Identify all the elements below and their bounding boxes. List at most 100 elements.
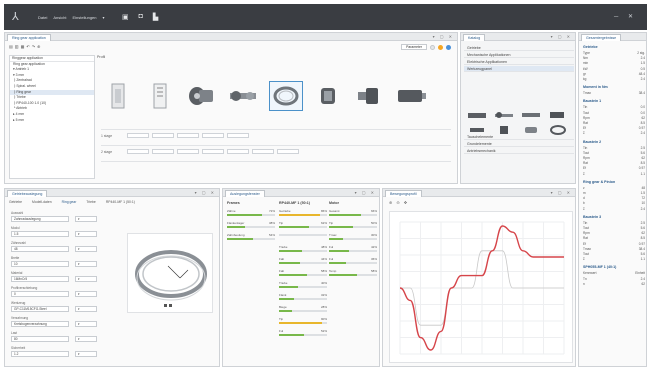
tab-drives[interactable]: Triebe [86,200,96,204]
lane-slot[interactable] [202,149,224,154]
unit-select[interactable]: ▾ [75,276,97,282]
lane-slot[interactable] [152,149,174,154]
catalog-item[interactable]: Werkzeugpanel [464,66,574,72]
pinion-thumb-icon[interactable] [465,124,489,136]
save-icon[interactable]: ▦ [21,44,25,49]
result-key: Σ [583,131,585,136]
menu-view[interactable]: Ansicht [53,15,66,20]
eval-bar: Ful 36% [329,257,377,267]
tree-rows: Ring gear application ▾ Antrieb 1 ▾ 3 mm … [10,62,94,124]
tab-ring-gear[interactable]: Ring gear [62,200,77,204]
field-input[interactable]: 10 [11,261,69,267]
tab-gear-design[interactable]: Getriebeauslegung [7,190,48,197]
unit-select[interactable]: ▾ [75,216,97,222]
shaft-component[interactable] [227,81,261,111]
zoom-out-icon[interactable]: ⊖ [396,200,399,205]
export-icon[interactable]: ▙ [153,13,158,21]
tree-item[interactable]: ▸ 5 mm [10,118,94,124]
menu-dropdown-icon[interactable]: ▾ [103,15,105,20]
zoom-in-icon[interactable]: ⊕ [389,200,392,205]
pan-icon[interactable]: ✥ [404,200,407,205]
bearing-thumb-icon[interactable] [492,124,516,136]
save-icon[interactable]: ▣ [122,13,129,21]
pane-controls[interactable]: ▾ ▢ ✕ [433,34,454,39]
parameter-button[interactable]: Parameter [401,44,427,50]
pane-controls[interactable]: ▾ ▢ ✕ [355,190,376,195]
pane-controls[interactable]: ▾ ▢ ✕ [195,190,216,195]
catalog-item[interactable]: Elektrische Applikationen [464,59,574,65]
unit-select[interactable]: ▾ [75,231,97,237]
field-input[interactable]: 1.2 [11,351,69,357]
field-input[interactable]: Zahnradauslegung [11,216,69,222]
tab-gearbox[interactable]: Getriebe [9,200,22,204]
field-input[interactable]: 0 [11,291,69,297]
new-icon[interactable]: ▤ [9,44,13,49]
tab-catalog[interactable]: Katalog [463,34,486,41]
gearbox-component[interactable] [185,81,219,111]
lane-slot[interactable] [127,149,149,154]
unit-select[interactable]: ▾ [75,261,97,267]
menu-settings[interactable]: Einstellungen [72,15,96,20]
tab-model-data[interactable]: Modell-daten [32,200,52,204]
field-input[interactable]: 16MnCr5 [11,276,69,282]
lane-slot[interactable] [177,149,199,154]
unit-select[interactable]: ▾ [75,351,97,357]
coupling-component[interactable] [311,81,345,111]
bearing-component[interactable] [353,81,387,111]
field-input[interactable]: GP-C11M15CFG-Steel [11,306,69,312]
field-label: Last [11,331,18,335]
catalog-item[interactable]: Antriebsmechanik [464,148,574,154]
lane-slot[interactable] [277,149,299,154]
undo-icon[interactable]: ↶ [26,44,29,49]
tab-motion-profile[interactable]: Bewegungsprofil [385,190,422,197]
lane-slot[interactable] [227,133,249,138]
pane-controls[interactable]: ▾ ▢ ✕ [551,34,572,39]
eval-bar-track [227,226,275,229]
motor-thumb-icon[interactable] [546,109,570,121]
catalog-item[interactable]: Grundelemente [464,141,574,147]
unit-select[interactable]: ▾ [75,291,97,297]
unit-select[interactable]: ▾ [75,306,97,312]
eval-bar-value: 58% [320,269,327,273]
lane-slot[interactable] [252,149,274,154]
print-icon[interactable]: ◘ [139,13,143,21]
lane-slot[interactable] [152,133,174,138]
tab-evaluation[interactable]: Auslegungsfenster [225,190,265,197]
eval-bar-track [227,214,275,217]
open-icon[interactable]: ▥ [15,44,19,49]
lane-slot[interactable] [177,133,199,138]
eval-bar-track [329,214,377,217]
tab-ring-gear-application[interactable]: Ring gear application [7,34,51,41]
pane-controls[interactable]: ▾ ▢ ✕ [551,190,572,195]
shaft-thumb-icon[interactable] [492,109,516,121]
controller-component[interactable] [143,81,177,111]
menu-file[interactable]: Datei [38,15,47,20]
gearbox-thumb-icon[interactable] [465,109,489,121]
lane-slot[interactable] [127,133,149,138]
drive-motor-component[interactable] [395,81,429,111]
eval-bar-name: Gesamt [329,209,340,213]
unit-select[interactable]: ▾ [75,246,97,252]
catalog-item[interactable]: Getriebe [464,45,574,51]
lane-slot[interactable] [227,149,249,154]
field-input[interactable]: 1.5 [11,231,69,237]
eval-bar: Tip 62% [279,221,327,231]
ring-gear-component[interactable] [269,81,303,111]
catalog-item[interactable]: Mechanische Applikationen [464,52,574,58]
window-controls[interactable]: ─ ✕ [614,13,637,20]
tab-product[interactable]: RP440-MF 1 (50:1) [106,200,135,204]
tab-results[interactable]: Gesamtergebnisse [581,34,622,41]
rack-thumb-icon[interactable] [519,109,543,121]
lane-slot[interactable] [202,133,224,138]
zoom-icon[interactable]: ⊕ [37,44,40,49]
ring-thumb-icon[interactable] [546,124,570,136]
coupling-thumb-icon[interactable] [519,124,543,136]
unit-select[interactable]: ▾ [75,336,97,342]
field-input[interactable]: 80 [11,336,69,342]
unit-select[interactable]: ▾ [75,321,97,327]
redo-icon[interactable]: ↷ [32,44,35,49]
eval-bar-fill [329,214,361,217]
field-input[interactable]: Kreisbogenverzahnung [11,321,69,327]
field-input[interactable]: 48 [11,246,69,252]
motor-component[interactable] [101,81,135,111]
